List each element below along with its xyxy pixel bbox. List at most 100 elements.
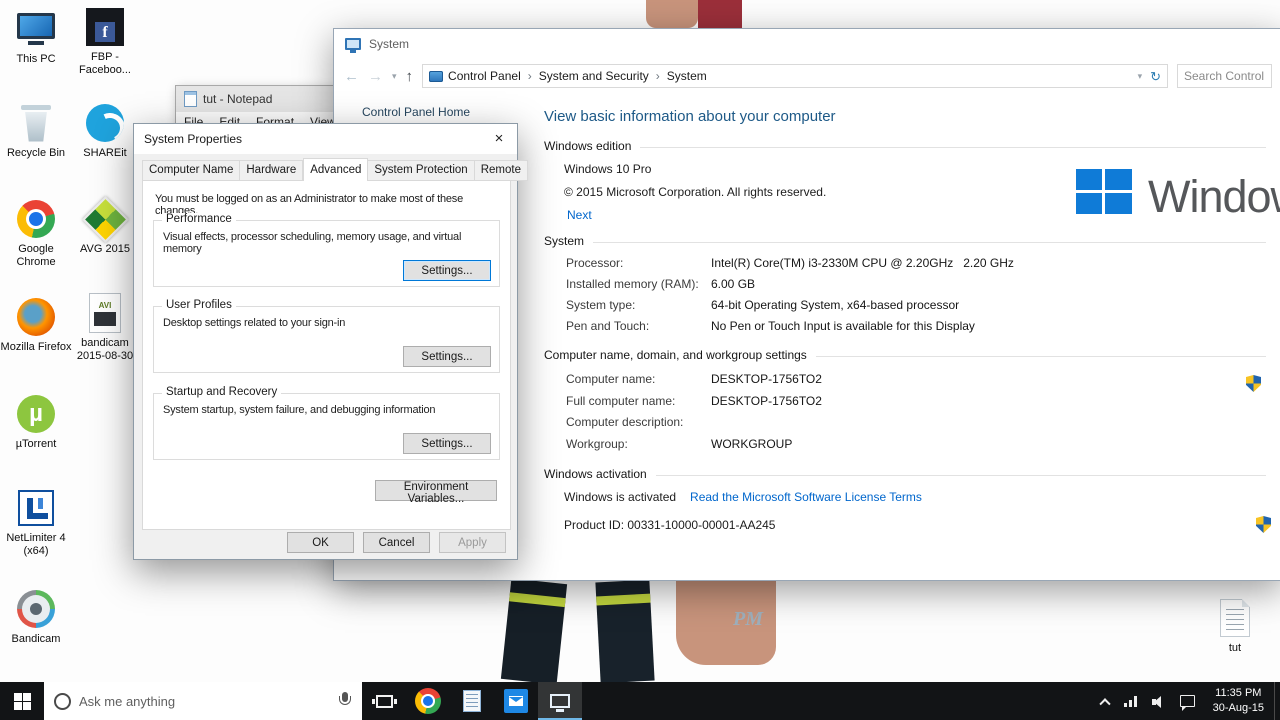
desktop-icon-netlimiter[interactable]: NetLimiter 4 (x64)	[0, 487, 72, 558]
row-label: Computer description:	[566, 415, 684, 429]
network-icon[interactable]	[1123, 695, 1137, 707]
address-dropdown-icon[interactable]: ▾	[1138, 71, 1143, 81]
start-windows-icon	[13, 692, 31, 710]
startup-recovery-settings-button[interactable]: Settings...	[403, 433, 491, 454]
tab-remote[interactable]: Remote	[474, 160, 528, 181]
taskbar-mail-button[interactable]	[494, 682, 538, 720]
breadcrumb-separator-icon: ›	[527, 69, 532, 83]
activation-status: Windows is activated	[564, 490, 677, 504]
desktop-icon-utorrent[interactable]: µ µTorrent	[0, 393, 72, 451]
desktop-icon-label: This PC	[16, 53, 56, 65]
system-window-title: System	[369, 37, 410, 51]
taskbar-notepad-button[interactable]	[450, 682, 494, 720]
volume-icon[interactable]	[1151, 695, 1165, 708]
uac-shield-icon[interactable]	[1256, 516, 1271, 533]
history-dropdown-icon[interactable]: ▾	[392, 71, 397, 81]
environment-variables-button[interactable]: Environment Variables...	[375, 480, 497, 505]
microphone-icon[interactable]	[338, 692, 352, 710]
desktop-icon-label: NetLimiter 4 (x64)	[6, 532, 66, 558]
control-panel-icon	[429, 70, 444, 82]
breadcrumb-separator-icon: ›	[655, 69, 660, 83]
row-label: Processor:	[566, 256, 624, 270]
desktop-icon-tut[interactable]: tut	[1199, 597, 1271, 655]
taskbar-search-input[interactable]	[79, 693, 330, 709]
row-value: DESKTOP-1756TO2	[711, 372, 822, 386]
wallpaper-figure-shirt	[698, 0, 742, 28]
desktop-icon-google-chrome[interactable]: Google Chrome	[0, 198, 72, 269]
performance-settings-button[interactable]: Settings...	[403, 260, 491, 281]
tab-system-protection[interactable]: System Protection	[368, 160, 475, 181]
wallpaper-figure-right-sock	[595, 579, 655, 684]
startup-recovery-group: Startup and Recovery System startup, sys…	[153, 386, 500, 460]
system-titlebar[interactable]: System	[334, 29, 1280, 59]
refresh-icon[interactable]: ↻	[1150, 70, 1161, 83]
taskbar-search[interactable]	[44, 682, 362, 720]
shareit-icon	[83, 102, 127, 144]
clock-time: 11:35 PM	[1215, 687, 1262, 700]
system-toolbar: ← → ▾ ↑ Control Panel › System and Secur…	[334, 59, 1280, 93]
show-hidden-icons-icon[interactable]	[1098, 698, 1111, 710]
group-title: Performance	[162, 213, 236, 225]
taskbar-chrome-button[interactable]	[406, 682, 450, 720]
mail-icon	[504, 689, 528, 713]
taskbar-system-button[interactable]	[538, 682, 582, 720]
product-id: Product ID: 00331-10000-00001-AA245	[564, 518, 776, 532]
desktop-icon-label: Recycle Bin	[6, 147, 66, 159]
taskbar-clock[interactable]: 11:35 PM 30-Aug-15	[1203, 682, 1274, 720]
task-view-button[interactable]	[362, 682, 406, 720]
address-bar[interactable]: Control Panel › System and Security › Sy…	[422, 64, 1168, 88]
row-label: Full computer name:	[566, 394, 676, 408]
group-description: Desktop settings related to your sign-in	[163, 317, 346, 329]
back-icon[interactable]: ←	[344, 69, 359, 84]
desktop-icon-bandicam-avi[interactable]: AVI bandicam 2015-08-30	[69, 292, 141, 363]
sidebar-item-control-panel-home[interactable]: Control Panel Home	[362, 105, 470, 119]
windows-logo-icon	[1076, 169, 1132, 214]
desktop-icon-shareit[interactable]: SHAREit	[69, 102, 141, 160]
task-view-icon	[371, 694, 397, 708]
taskbar: 11:35 PM 30-Aug-15	[0, 682, 1280, 720]
ok-button[interactable]: OK	[287, 532, 354, 553]
desktop-icon-fbp-facebook[interactable]: f FBP - Faceboo...	[69, 6, 141, 77]
tab-advanced[interactable]: Advanced	[303, 158, 369, 181]
desktop-icon-label: bandicam 2015-08-30	[76, 337, 134, 363]
row-value: 6.00 GB	[711, 277, 756, 291]
dialog-title: System Properties	[144, 132, 243, 146]
breadcrumb-system-and-security[interactable]: System and Security	[539, 69, 649, 83]
up-icon[interactable]: ↑	[406, 69, 414, 84]
desktop-icon-mozilla-firefox[interactable]: Mozilla Firefox	[0, 296, 72, 354]
clock-date: 30-Aug-15	[1212, 702, 1264, 714]
desktop-icon-label: µTorrent	[15, 438, 57, 450]
breadcrumb-control-panel[interactable]: Control Panel	[448, 69, 521, 83]
desktop-icon-label: tut	[1228, 642, 1242, 654]
control-panel-search-input[interactable]	[1184, 69, 1265, 83]
action-center-icon[interactable]	[1179, 695, 1195, 711]
license-terms-link[interactable]: Read the Microsoft Software License Term…	[690, 490, 922, 504]
facebook-icon: f	[83, 6, 127, 48]
breadcrumb-system[interactable]: System	[667, 69, 707, 83]
notepad-title: tut - Notepad	[203, 92, 273, 106]
tab-computer-name[interactable]: Computer Name	[142, 160, 241, 181]
next-link[interactable]: Next	[567, 208, 592, 222]
recycle-bin-icon	[14, 102, 58, 144]
show-desktop-button[interactable]	[1274, 682, 1280, 720]
control-panel-search[interactable]	[1177, 64, 1272, 88]
cancel-button[interactable]: Cancel	[363, 532, 430, 553]
desktop-icon-this-pc[interactable]: This PC	[0, 8, 72, 66]
advanced-tab-page: You must be logged on as an Administrato…	[142, 180, 511, 530]
apply-button[interactable]: Apply	[439, 532, 506, 553]
dialog-titlebar[interactable]: System Properties	[134, 124, 517, 154]
group-description: System startup, system failure, and debu…	[163, 404, 436, 416]
desktop-icon-label: Bandicam	[11, 633, 61, 645]
start-button[interactable]	[0, 682, 44, 720]
system-app-icon	[345, 38, 361, 53]
tab-hardware[interactable]: Hardware	[240, 160, 304, 181]
user-profiles-settings-button[interactable]: Settings...	[403, 346, 491, 367]
desktop-icon-bandicam[interactable]: Bandicam	[0, 588, 72, 646]
desktop-icon-avg[interactable]: AVG 2015	[69, 195, 141, 256]
desktop-icon-recycle-bin[interactable]: Recycle Bin	[0, 102, 72, 160]
chrome-icon	[415, 688, 441, 714]
close-icon[interactable]: ×	[481, 124, 517, 152]
uac-shield-icon[interactable]	[1246, 375, 1261, 392]
forward-icon[interactable]: →	[368, 69, 383, 84]
taskbar-spacer	[582, 682, 1093, 720]
